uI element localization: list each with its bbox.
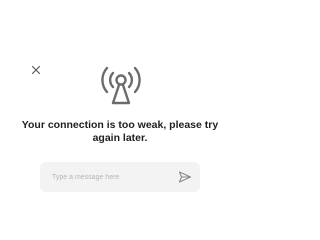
close-button[interactable] xyxy=(30,64,42,76)
send-icon xyxy=(178,170,192,184)
weak-connection-screen: Your connection is too weak, please try … xyxy=(0,0,240,240)
message-composer xyxy=(40,162,200,192)
connection-error-message: Your connection is too weak, please try … xyxy=(21,119,219,144)
message-input[interactable] xyxy=(48,168,172,186)
close-icon xyxy=(30,64,42,76)
send-button[interactable] xyxy=(178,170,192,184)
antenna-signal-icon xyxy=(99,62,143,106)
